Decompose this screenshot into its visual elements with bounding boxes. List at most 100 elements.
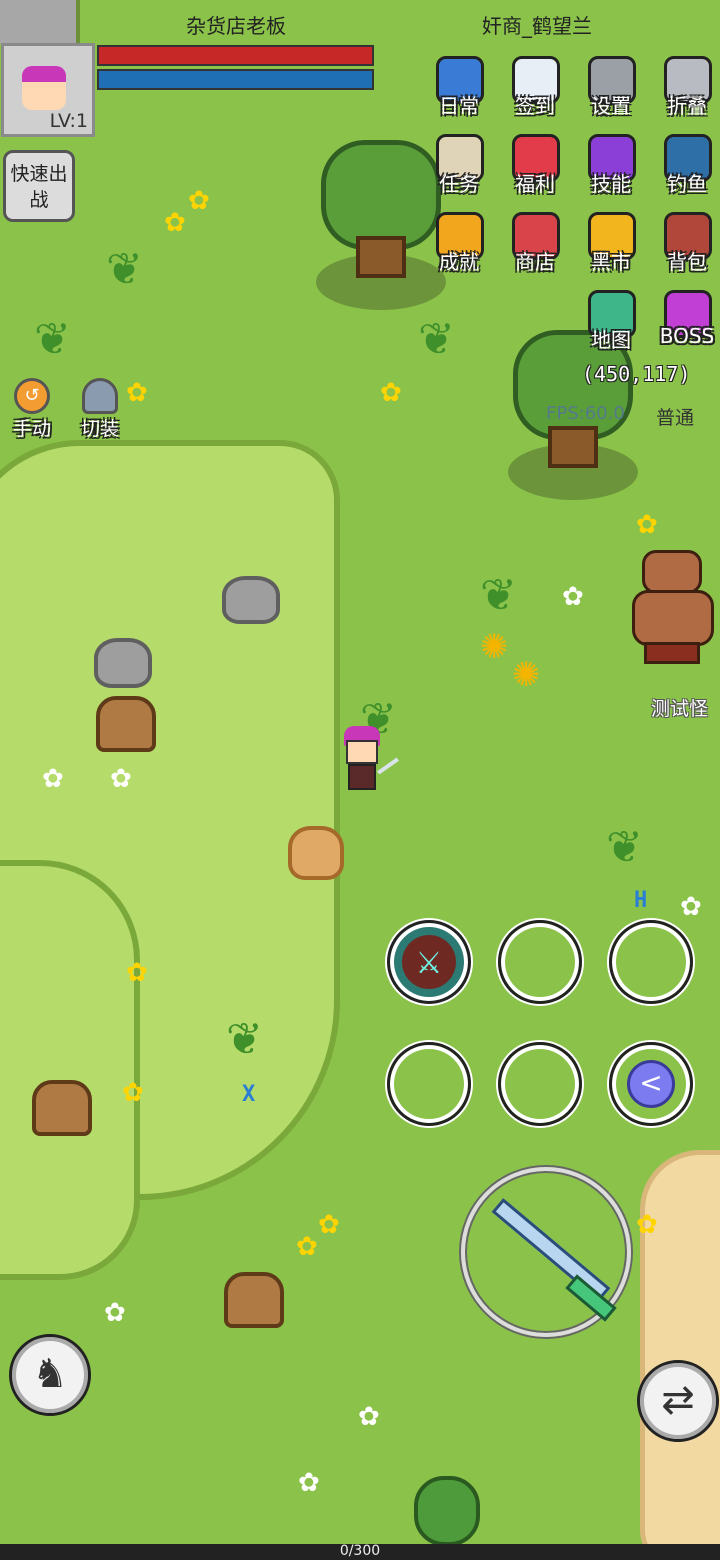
white-flowers: ✿ [104, 1298, 126, 1328]
menu-label: 背包 [667, 250, 707, 274]
white-flowers: ✿ [680, 892, 702, 922]
swap-target-button[interactable]: ⇄ [637, 1360, 719, 1442]
menu-button-10[interactable]: 黑市 [576, 208, 646, 280]
skill-dash-icon: ⚔ [402, 935, 456, 989]
attack-button[interactable] [461, 1167, 631, 1337]
menu-button-11[interactable]: 背包 [652, 208, 720, 280]
skill-slot-4[interactable] [387, 1042, 471, 1126]
helmet-icon [82, 378, 118, 414]
quick-battle-button[interactable]: 快速出战 [3, 150, 75, 222]
tree-stump [224, 1272, 284, 1328]
menu-label: 日常 [439, 94, 479, 118]
player-avatar[interactable]: LV:1 [1, 43, 95, 137]
tan-rock [288, 826, 344, 880]
menu-label: 成就 [439, 250, 479, 274]
grey-rock [94, 638, 152, 688]
avatar-face [22, 66, 66, 110]
light-meadow-lower [0, 860, 140, 1280]
switch-gear-button[interactable]: 切装 [70, 378, 130, 441]
menu-button-6[interactable]: 技能 [576, 130, 646, 202]
swap-arrows-icon: ⇄ [661, 1377, 695, 1423]
menu-button-5[interactable]: 福利 [500, 130, 570, 202]
menu-button-13[interactable]: BOSS [652, 286, 720, 358]
skill-slot-3[interactable] [609, 920, 693, 1004]
menu-button-12[interactable]: 地图 [576, 286, 646, 358]
grey-rock [222, 576, 280, 624]
menu-button-9[interactable]: 商店 [500, 208, 570, 280]
skill-slot-1[interactable]: ⚔ [387, 920, 471, 1004]
hp-bar-fill [99, 47, 372, 64]
exp-text: 0/300 [339, 1543, 381, 1559]
menu-label: 技能 [591, 172, 631, 196]
coordinates: (450,117) [582, 362, 691, 386]
player-character [336, 726, 400, 802]
map-marker-x: X [242, 1082, 256, 1107]
yellow-flowers: ✿ [122, 1078, 144, 1108]
grass-tuft: ❦ [606, 822, 643, 873]
grass-tuft: ❦ [480, 570, 517, 621]
menu-button-2[interactable]: 设置 [576, 52, 646, 124]
mp-bar [97, 69, 374, 90]
horse-icon: ♞ [32, 1351, 68, 1397]
map-marker-h: H [634, 888, 648, 913]
menu-label: 钓鱼 [667, 172, 707, 196]
menu-button-3[interactable]: 折叠 [652, 52, 720, 124]
tree-stump [32, 1080, 92, 1136]
hp-bar [97, 45, 374, 66]
menu-label: 折叠 [667, 94, 707, 118]
collapse-skills-icon[interactable]: < [627, 1060, 675, 1108]
menu-button-7[interactable]: 钓鱼 [652, 130, 720, 202]
yellow-flowers: ✿ [164, 208, 186, 238]
manual-mode-label: 手动 [12, 418, 51, 440]
fps-counter: FPS:60.0 [546, 403, 625, 424]
sunflowers: ✺ [480, 627, 509, 667]
difficulty-mode: 普通 [656, 407, 695, 429]
stone-path [0, 0, 80, 44]
menu-button-1[interactable]: 签到 [500, 52, 570, 124]
skill-slot-2[interactable] [498, 920, 582, 1004]
menu-label: 黑市 [591, 250, 631, 274]
white-flowers: ✿ [562, 582, 584, 612]
white-flowers: ✿ [358, 1402, 380, 1432]
yellow-flowers: ✿ [380, 378, 402, 408]
yellow-flowers: ✿ [636, 510, 658, 540]
sword-icon [491, 1198, 611, 1302]
manual-mode-button[interactable]: ↺ 手动 [2, 378, 62, 441]
menu-label: 设置 [591, 94, 631, 118]
menu-button-8[interactable]: 成就 [424, 208, 494, 280]
grass-tuft: ❦ [226, 1014, 263, 1065]
grass-tuft: ❦ [106, 244, 143, 295]
menu-label: 签到 [515, 94, 555, 118]
menu-button-0[interactable]: 日常 [424, 52, 494, 124]
monster-orc[interactable] [628, 550, 718, 666]
menu-label: 任务 [439, 172, 479, 196]
menu-button-4[interactable]: 任务 [424, 130, 494, 202]
yellow-flowers: ✿ [296, 1232, 318, 1262]
skill-slot-6[interactable]: < [609, 1042, 693, 1126]
skill-slot-5[interactable] [498, 1042, 582, 1126]
menu-label: 福利 [515, 172, 555, 196]
white-flowers: ✿ [42, 764, 64, 794]
monster-name: 测试怪 [651, 698, 709, 720]
dead-bush [96, 696, 156, 752]
yellow-flowers: ✿ [636, 1210, 658, 1240]
mp-bar-fill [99, 71, 372, 88]
npc-label: 杂货店老板 [186, 14, 286, 38]
grass-tuft: ❦ [418, 314, 455, 365]
menu-label: 商店 [515, 250, 555, 274]
white-flowers: ✿ [298, 1468, 320, 1498]
mount-button[interactable]: ♞ [9, 1334, 91, 1416]
yellow-flowers: ✿ [188, 186, 210, 216]
menu-label: 地图 [591, 328, 631, 352]
white-flowers: ✿ [110, 764, 132, 794]
round-bush [414, 1476, 480, 1546]
menu-label: BOSS [659, 324, 715, 348]
player-level: LV:1 [49, 110, 88, 132]
sunflowers: ✺ [512, 655, 541, 695]
manual-mode-icon: ↺ [14, 378, 50, 414]
grass-tuft: ❦ [34, 314, 71, 365]
yellow-flowers: ✿ [126, 958, 148, 988]
exp-bar: 0/300 [0, 1543, 720, 1560]
switch-gear-label: 切装 [80, 418, 119, 440]
yellow-flowers: ✿ [318, 1210, 340, 1240]
